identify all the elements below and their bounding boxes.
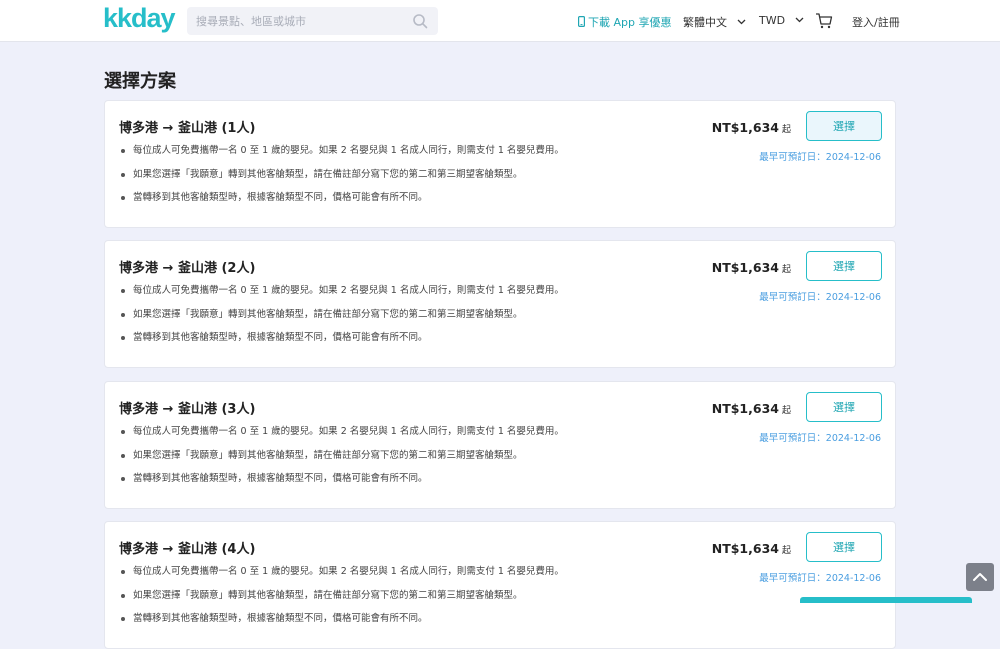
package-notes: 每位成人可免費攜帶一名 0 至 1 歲的嬰兒。如果 2 名嬰兒與 1 名成人同行… bbox=[119, 566, 564, 637]
select-package-button[interactable]: 選擇 bbox=[806, 251, 882, 281]
package-note: 如果您選擇「我願意」轉到其他客艙類型，請在備註部分寫下您的第二和第三期望客艙類型… bbox=[119, 169, 564, 193]
select-package-button[interactable]: 選擇 bbox=[806, 392, 882, 422]
earliest-booking-date: 最早可預訂日：2024-12-06 bbox=[759, 573, 881, 584]
kkday-logo[interactable]: kkday bbox=[103, 3, 176, 34]
arrow-up-icon bbox=[973, 573, 987, 581]
search-icon[interactable] bbox=[412, 13, 428, 29]
earliest-booking-date: 最早可預訂日：2024-12-06 bbox=[759, 152, 881, 163]
package-note: 當轉移到其他客艙類型時，根據客艙類型不同，價格可能會有所不同。 bbox=[119, 332, 564, 356]
price-amount: NT$1,634 bbox=[711, 120, 779, 135]
price-suffix: 起 bbox=[781, 546, 791, 556]
price-suffix: 起 bbox=[781, 265, 791, 275]
package-note: 如果您選擇「我願意」轉到其他客艙類型，請在備註部分寫下您的第二和第三期望客艙類型… bbox=[119, 309, 564, 333]
section-title: 選擇方案 bbox=[104, 71, 176, 92]
cart-icon[interactable] bbox=[815, 12, 833, 30]
price-suffix: 起 bbox=[781, 406, 791, 416]
back-to-top-button[interactable] bbox=[966, 563, 994, 591]
currency-label: TWD bbox=[759, 14, 786, 27]
earliest-booking-date: 最早可預訂日：2024-12-06 bbox=[759, 433, 881, 444]
package-notes: 每位成人可免費攜帶一名 0 至 1 歲的嬰兒。如果 2 名嬰兒與 1 名成人同行… bbox=[119, 426, 564, 497]
package-note: 每位成人可免費攜帶一名 0 至 1 歲的嬰兒。如果 2 名嬰兒與 1 名成人同行… bbox=[119, 566, 564, 590]
package-note: 當轉移到其他客艙類型時，根據客艙類型不同，價格可能會有所不同。 bbox=[119, 473, 564, 497]
select-package-button[interactable]: 選擇 bbox=[806, 111, 882, 141]
package-title: 博多港 → 釜山港 (1人) bbox=[119, 121, 256, 136]
price-amount: NT$1,634 bbox=[711, 401, 779, 416]
package-note: 每位成人可免費攜帶一名 0 至 1 歲的嬰兒。如果 2 名嬰兒與 1 名成人同行… bbox=[119, 285, 564, 309]
chevron-down-icon bbox=[737, 19, 745, 25]
currency-selector[interactable]: TWD bbox=[759, 14, 804, 27]
select-package-button[interactable]: 選擇 bbox=[806, 532, 882, 562]
package-price: NT$1,634 起 bbox=[712, 260, 791, 275]
download-app-link[interactable]: 下載 App 享優惠 bbox=[578, 14, 671, 30]
language-selector[interactable]: 繁體中文 bbox=[683, 14, 746, 30]
package-title: 博多港 → 釜山港 (3人) bbox=[119, 402, 256, 417]
price-suffix: 起 bbox=[781, 125, 791, 135]
language-label: 繁體中文 bbox=[683, 16, 727, 29]
package-price: NT$1,634 起 bbox=[712, 401, 791, 416]
package-note: 如果您選擇「我願意」轉到其他客艙類型，請在備註部分寫下您的第二和第三期望客艙類型… bbox=[119, 590, 564, 614]
search-bar[interactable] bbox=[187, 7, 438, 35]
package-notes: 每位成人可免費攜帶一名 0 至 1 歲的嬰兒。如果 2 名嬰兒與 1 名成人同行… bbox=[119, 145, 564, 216]
package-price: NT$1,634 起 bbox=[712, 120, 791, 135]
phone-icon bbox=[578, 16, 585, 27]
package-note: 每位成人可免費攜帶一名 0 至 1 歲的嬰兒。如果 2 名嬰兒與 1 名成人同行… bbox=[119, 426, 564, 450]
download-app-label: 下載 App 享優惠 bbox=[588, 16, 672, 29]
login-register-link[interactable]: 登入/註冊 bbox=[852, 14, 900, 30]
package-title: 博多港 → 釜山港 (2人) bbox=[119, 261, 256, 276]
package-note: 當轉移到其他客艙類型時，根據客艙類型不同，價格可能會有所不同。 bbox=[119, 192, 564, 216]
earliest-booking-date: 最早可預訂日：2024-12-06 bbox=[759, 292, 881, 303]
search-input[interactable] bbox=[187, 7, 407, 35]
price-amount: NT$1,634 bbox=[711, 541, 779, 556]
package-title: 博多港 → 釜山港 (4人) bbox=[119, 542, 256, 557]
package-card: 博多港 → 釜山港 (1人) 每位成人可免費攜帶一名 0 至 1 歲的嬰兒。如果… bbox=[104, 100, 896, 228]
chevron-down-icon bbox=[795, 17, 804, 23]
package-note: 如果您選擇「我願意」轉到其他客艙類型，請在備註部分寫下您的第二和第三期望客艙類型… bbox=[119, 450, 564, 474]
price-amount: NT$1,634 bbox=[711, 260, 779, 275]
package-price: NT$1,634 起 bbox=[712, 541, 791, 556]
top-header: kkday 下載 App 享優惠 繁體中文 TWD 登入/註冊 bbox=[0, 0, 1000, 42]
package-card: 博多港 → 釜山港 (3人) 每位成人可免費攜帶一名 0 至 1 歲的嬰兒。如果… bbox=[104, 381, 896, 509]
package-note: 每位成人可免費攜帶一名 0 至 1 歲的嬰兒。如果 2 名嬰兒與 1 名成人同行… bbox=[119, 145, 564, 169]
package-card: 博多港 → 釜山港 (2人) 每位成人可免費攜帶一名 0 至 1 歲的嬰兒。如果… bbox=[104, 240, 896, 368]
package-card: 博多港 → 釜山港 (4人) 每位成人可免費攜帶一名 0 至 1 歲的嬰兒。如果… bbox=[104, 521, 896, 649]
package-notes: 每位成人可免費攜帶一名 0 至 1 歲的嬰兒。如果 2 名嬰兒與 1 名成人同行… bbox=[119, 285, 564, 356]
floating-bar-edge bbox=[800, 597, 972, 603]
package-note: 當轉移到其他客艙類型時，根據客艙類型不同，價格可能會有所不同。 bbox=[119, 613, 564, 637]
